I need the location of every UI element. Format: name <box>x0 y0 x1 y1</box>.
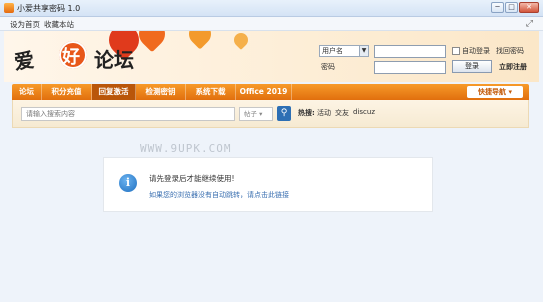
nav-item-check-key[interactable]: 检测密钥 <box>136 84 186 100</box>
info-icon: i <box>119 174 137 192</box>
chevron-down-icon: ▼ <box>359 46 368 56</box>
fullscreen-icon[interactable]: ⤢ <box>526 19 533 29</box>
password-input[interactable] <box>374 61 446 74</box>
search-bar: 请输入搜索内容 帖子 ▾ ⚲ 热搜: 活动 交友 discuz <box>12 100 529 128</box>
login-type-select[interactable]: 用户名 ▼ <box>319 45 369 57</box>
nav-item-office-2019[interactable]: Office 2019 <box>236 84 292 100</box>
watermark-text: WWW.9UPK.COM <box>140 142 232 155</box>
nav-item-forum[interactable]: 论坛 <box>12 84 42 100</box>
logo-text-part3: 论坛 <box>94 48 134 72</box>
maple-leaf-decoration <box>231 31 251 50</box>
app-icon <box>4 3 14 13</box>
search-button[interactable]: ⚲ <box>277 106 291 121</box>
logo-text-part1: 爱 <box>12 47 36 75</box>
set-homepage-link[interactable]: 设为首页 <box>10 19 40 30</box>
quick-nav-label: 快捷导航 <box>478 88 507 96</box>
login-form: 用户名 ▼ 密码 自动登录 找回密码 登录 立即注册 <box>315 44 535 76</box>
nav-item-reply-activate[interactable]: 回复激活 <box>92 84 136 100</box>
quick-nav-button[interactable]: 快捷导航 ▾ <box>467 86 523 98</box>
login-type-value: 用户名 <box>322 47 343 55</box>
bookmark-site-link[interactable]: 收藏本站 <box>44 19 74 30</box>
login-button[interactable]: 登录 <box>452 60 492 73</box>
close-icon[interactable]: ✕ <box>519 2 539 13</box>
nav-item-system-download[interactable]: 系统下载 <box>186 84 236 100</box>
message-text: 请先登录后才能继续使用! <box>149 174 235 183</box>
hot-search-link[interactable]: discuz <box>353 108 375 116</box>
username-input[interactable] <box>374 45 446 58</box>
password-label: 密码 <box>321 63 335 71</box>
search-icon: ⚲ <box>280 108 288 118</box>
search-scope-value: 帖子 <box>244 110 257 118</box>
top-menubar: 设为首页 收藏本站 ⤢ <box>0 17 543 31</box>
window-title: 小爱共享密码 1.0 <box>17 4 81 13</box>
auto-login-checkbox[interactable] <box>452 47 460 55</box>
main-nav: 论坛 积分充值 回复激活 检测密钥 系统下载 Office 2019 快捷导航 … <box>12 84 529 100</box>
maple-leaf-decoration <box>184 31 216 50</box>
login-required-message: i 请先登录后才能继续使用! 如果您的浏览器没有自动跳转，请点击此链接 <box>103 157 433 212</box>
forgot-password-link[interactable]: 找回密码 <box>496 46 524 56</box>
register-link[interactable]: 立即注册 <box>499 62 527 72</box>
search-input[interactable]: 请输入搜索内容 <box>21 107 235 121</box>
window-titlebar: 小爱共享密码 1.0 ─ □ ✕ <box>0 0 543 17</box>
hot-search-link[interactable]: 活动 <box>317 108 331 118</box>
minimize-icon[interactable]: ─ <box>491 2 504 13</box>
auto-login-label: 自动登录 <box>462 47 490 55</box>
maximize-icon[interactable]: □ <box>505 2 518 13</box>
nav-item-points-recharge[interactable]: 积分充值 <box>42 84 92 100</box>
hot-search-link[interactable]: 交友 <box>335 108 349 118</box>
redirect-link[interactable]: 如果您的浏览器没有自动跳转，请点击此链接 <box>149 190 289 200</box>
window-controls: ─ □ ✕ <box>491 2 539 13</box>
search-scope-select[interactable]: 帖子 ▾ <box>239 107 273 121</box>
hot-search-label: 热搜: <box>298 109 315 117</box>
logo-text-part2: 好 <box>62 47 80 68</box>
